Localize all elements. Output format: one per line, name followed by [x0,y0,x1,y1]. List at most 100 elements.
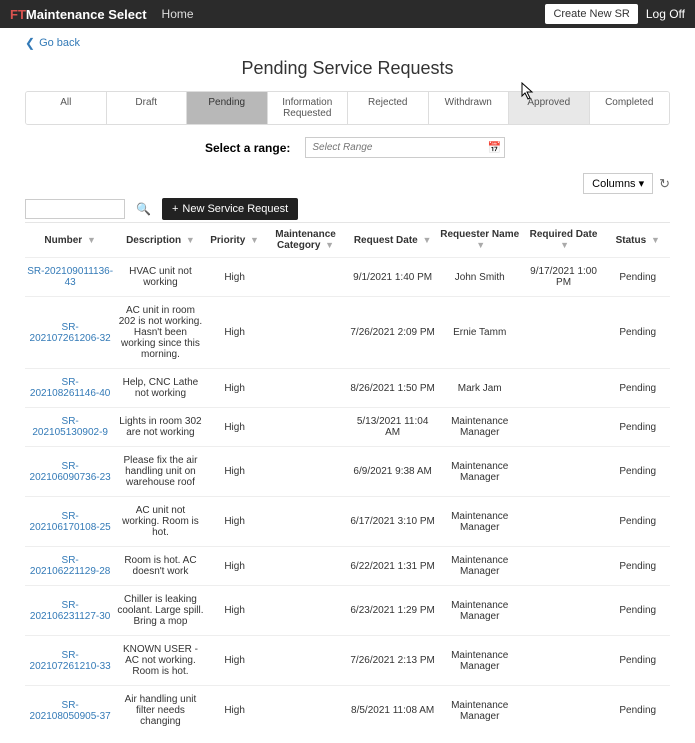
sr-number-link[interactable]: SR-202108050905-37 [25,686,115,736]
date-range-input[interactable] [305,137,505,158]
cell-description: Please fix the air handling unit on ware… [115,447,205,497]
cell-priority: High [206,547,264,586]
logoff-link[interactable]: Log Off [646,7,685,21]
cell-request-date: 9/1/2021 1:40 PM [347,258,437,297]
column-header[interactable]: Status ▼ [605,223,670,258]
cell-requester: Mark Jam [438,369,522,408]
new-service-request-button[interactable]: +New Service Request [162,198,298,220]
cell-request-date: 6/22/2021 1:31 PM [347,547,437,586]
cell-description: Air handling unit filter needs changing [115,686,205,736]
column-header[interactable]: Required Date ▼ [522,223,606,258]
cell-status: Pending [605,408,670,447]
filter-icon[interactable]: ▼ [651,235,660,245]
cell-required-date [522,586,606,636]
sr-number-link[interactable]: SR-202106231127-30 [25,586,115,636]
tab-draft[interactable]: Draft [107,92,188,124]
cell-description: Room is hot. AC doesn't work [115,547,205,586]
column-header[interactable]: Number ▼ [25,223,115,258]
cell-status: Pending [605,497,670,547]
table-row: SR-202106090736-23Please fix the air han… [25,447,670,497]
calendar-icon[interactable]: 📅 [488,141,502,154]
filter-icon[interactable]: ▼ [186,235,195,245]
filter-icon[interactable]: ▼ [87,235,96,245]
column-header[interactable]: Request Date ▼ [347,223,437,258]
tab-approved[interactable]: Approved [509,92,590,124]
cell-category [264,686,348,736]
plus-icon: + [172,203,178,215]
table-row: SR-202106221129-28Room is hot. AC doesn'… [25,547,670,586]
cell-status: Pending [605,686,670,736]
filter-icon[interactable]: ▼ [325,240,334,250]
column-header[interactable]: Priority ▼ [206,223,264,258]
table-row: SR-202106231127-30Chiller is leaking coo… [25,586,670,636]
cell-status: Pending [605,447,670,497]
tab-completed[interactable]: Completed [590,92,670,124]
tab-information-requested[interactable]: Information Requested [268,92,349,124]
tab-withdrawn[interactable]: Withdrawn [429,92,510,124]
refresh-icon[interactable]: ↻ [659,176,670,192]
cell-requester: John Smith [438,258,522,297]
cell-required-date: 9/17/2021 1:00 PM [522,258,606,297]
cell-request-date: 8/5/2021 11:08 AM [347,686,437,736]
cell-status: Pending [605,297,670,369]
cell-category [264,258,348,297]
filter-icon[interactable]: ▼ [423,235,432,245]
chevron-left-icon: ❮ [25,36,35,50]
cell-requester: Maintenance Manager [438,408,522,447]
cell-priority: High [206,636,264,686]
cell-requester: Maintenance Manager [438,497,522,547]
sr-number-link[interactable]: SR-202106090736-23 [25,447,115,497]
sr-number-link[interactable]: SR-202107261210-33 [25,636,115,686]
filter-icon[interactable]: ▼ [476,240,485,250]
cell-priority: High [206,447,264,497]
cell-priority: High [206,497,264,547]
go-back-link[interactable]: ❮ Go back [25,36,670,50]
column-header[interactable]: Requester Name ▼ [438,223,522,258]
sr-number-link[interactable]: SR-202107261206-32 [25,297,115,369]
cell-status: Pending [605,547,670,586]
search-input[interactable] [25,199,125,219]
columns-button[interactable]: Columns▾ [583,173,653,194]
tab-pending[interactable]: Pending [187,92,268,124]
sr-number-link[interactable]: SR-202109011136-43 [25,258,115,297]
tab-rejected[interactable]: Rejected [348,92,429,124]
caret-down-icon: ▾ [639,177,645,190]
cell-required-date [522,497,606,547]
cell-requester: Maintenance Manager [438,547,522,586]
table-row: SR-202107261206-32AC unit in room 202 is… [25,297,670,369]
table-row: SR-202109011136-43HVAC unit not workingH… [25,258,670,297]
cell-request-date: 7/26/2021 2:09 PM [347,297,437,369]
cell-category [264,408,348,447]
filter-icon[interactable]: ▼ [250,235,259,245]
sr-number-link[interactable]: SR-202106221129-28 [25,547,115,586]
create-new-sr-button[interactable]: Create New SR [545,4,637,24]
sr-number-link[interactable]: SR-202108261146-40 [25,369,115,408]
cell-request-date: 7/26/2021 2:13 PM [347,636,437,686]
nav-home-link[interactable]: Home [162,7,194,21]
column-header[interactable]: Maintenance Category ▼ [264,223,348,258]
cell-priority: High [206,586,264,636]
sr-number-link[interactable]: SR-202106170108-25 [25,497,115,547]
cell-required-date [522,297,606,369]
cell-description: KNOWN USER - AC not working. Room is hot… [115,636,205,686]
cell-category [264,586,348,636]
cell-requester: Ernie Tamm [438,297,522,369]
cell-request-date: 5/13/2021 11:04 AM [347,408,437,447]
cell-description: AC unit not working. Room is hot. [115,497,205,547]
cell-requester: Maintenance Manager [438,447,522,497]
column-header[interactable]: Description ▼ [115,223,205,258]
cell-required-date [522,547,606,586]
cell-priority: High [206,369,264,408]
cell-required-date [522,369,606,408]
tab-all[interactable]: All [26,92,107,124]
cell-status: Pending [605,586,670,636]
cell-requester: Maintenance Manager [438,586,522,636]
cell-category [264,547,348,586]
cell-category [264,636,348,686]
brand-logo: FTMaintenance Select [10,7,147,22]
filter-icon[interactable]: ▼ [560,240,569,250]
sr-number-link[interactable]: SR-202105130902-9 [25,408,115,447]
cell-required-date [522,447,606,497]
search-icon[interactable]: 🔍 [131,199,156,219]
cell-status: Pending [605,258,670,297]
